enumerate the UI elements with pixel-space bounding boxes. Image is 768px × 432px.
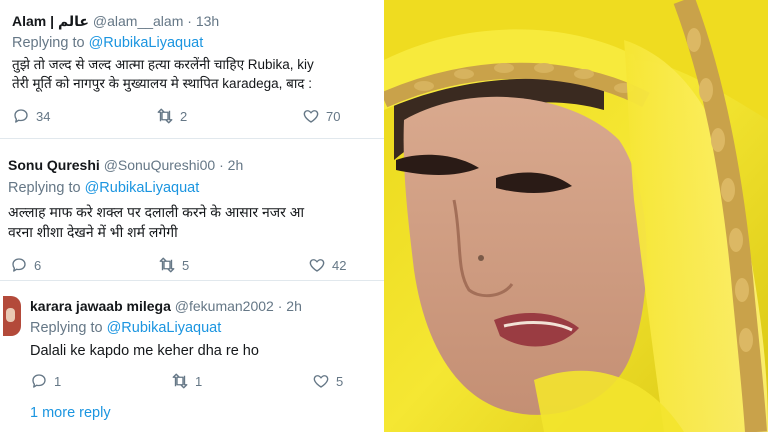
retweet-count: 1	[195, 373, 203, 389]
like-icon	[303, 110, 319, 123]
reply-button[interactable]: 34	[12, 107, 50, 125]
like-icon	[309, 259, 325, 272]
tweet-text-line: वरना शीशा देखने में भी शर्म लगेगी	[8, 224, 178, 240]
author-name[interactable]: karara jawaab milega	[30, 298, 171, 314]
tweet-text: अल्लाह माफ करे शक्ल पर दलाली करने के आसा…	[8, 202, 304, 242]
portrait-illustration	[384, 0, 768, 432]
tweet-header: Alam | عالم @alam__alam · 13h	[12, 13, 220, 29]
replying-handle[interactable]: @RubikaLiyaquat	[107, 320, 222, 336]
tweet-actions: 1 1 5	[30, 372, 384, 392]
like-count: 5	[336, 373, 344, 389]
tweet-time[interactable]: 13h	[196, 13, 219, 29]
like-count: 70	[326, 108, 341, 124]
tweet-header: Sonu Qureshi @SonuQureshi00 · 2h	[8, 157, 244, 173]
tweet[interactable]: Sonu Qureshi @SonuQureshi00 · 2h Replyin…	[0, 139, 384, 280]
author-handle[interactable]: @alam__alam	[93, 13, 183, 29]
reply-icon	[12, 258, 26, 272]
like-icon	[313, 375, 329, 388]
replying-handle[interactable]: @RubikaLiyaquat	[89, 35, 204, 51]
reply-count: 6	[34, 257, 42, 273]
replying-label: Replying to	[12, 35, 85, 51]
like-button[interactable]: 5	[312, 372, 343, 390]
tweet-time[interactable]: 2h	[286, 298, 302, 314]
tweet-actions: 6 5 42	[10, 256, 384, 276]
tweet[interactable]: Alam | عالم @alam__alam · 13h Replying t…	[0, 0, 384, 138]
retweet-icon	[157, 108, 173, 124]
tweet-text-line: तुझे तो जल्द से जल्द आत्मा हत्या करलेंनी…	[12, 57, 314, 72]
retweet-count: 5	[182, 257, 190, 273]
like-count: 42	[332, 257, 347, 273]
replying-handle[interactable]: @RubikaLiyaquat	[85, 180, 200, 196]
author-name[interactable]: Alam | عالم	[12, 13, 89, 29]
reply-icon	[32, 374, 46, 388]
author-handle[interactable]: @SonuQureshi00	[104, 157, 216, 173]
reply-count: 1	[54, 373, 62, 389]
replies-panel: Alam | عالم @alam__alam · 13h Replying t…	[0, 0, 384, 432]
tweet-text-line: अल्लाह माफ करे शक्ल पर दलाली करने के आसा…	[8, 204, 305, 220]
tweet-text: Dalali ke kapdo me keher dha re ho	[30, 342, 259, 361]
like-button[interactable]: 70	[302, 107, 340, 125]
retweet-button[interactable]: 1	[171, 372, 202, 390]
reply-button[interactable]: 6	[10, 256, 41, 274]
replying-label: Replying to	[30, 320, 103, 336]
retweet-count: 2	[180, 108, 188, 124]
retweet-button[interactable]: 2	[156, 107, 187, 125]
replying-label: Replying to	[8, 180, 81, 196]
like-button[interactable]: 42	[308, 256, 346, 274]
photo-woman-yellow-dupatta	[384, 0, 768, 432]
tweet-text-line: Dalali ke kapdo me keher dha re ho	[30, 343, 259, 359]
retweet-icon	[159, 257, 175, 273]
author-name[interactable]: Sonu Qureshi	[8, 157, 100, 173]
retweet-button[interactable]: 5	[158, 256, 189, 274]
author-handle[interactable]: @fekuman2002	[175, 298, 274, 314]
tweet-time[interactable]: 2h	[228, 157, 244, 173]
tweet-text: तुझे तो जल्द से जल्द आत्मा हत्या करलेंनी…	[12, 55, 314, 93]
reply-icon	[14, 109, 28, 123]
tweet-header: karara jawaab milega @fekuman2002 · 2h	[30, 298, 302, 314]
reply-button[interactable]: 1	[30, 372, 61, 390]
retweet-icon	[172, 373, 188, 389]
tweet-text-line: तेरी मूर्ति को नागपुर के मुख्यालय मे स्थ…	[12, 76, 312, 91]
replying-to: Replying to @RubikaLiyaquat	[30, 320, 221, 336]
reply-count: 34	[36, 108, 51, 124]
more-replies-link[interactable]: 1 more reply	[30, 405, 111, 421]
tweet[interactable]: karara jawaab milega @fekuman2002 · 2h R…	[0, 281, 384, 401]
tweet-actions: 34 2 70	[12, 107, 384, 127]
replying-to: Replying to @RubikaLiyaquat	[8, 180, 199, 196]
replying-to: Replying to @RubikaLiyaquat	[12, 35, 203, 51]
